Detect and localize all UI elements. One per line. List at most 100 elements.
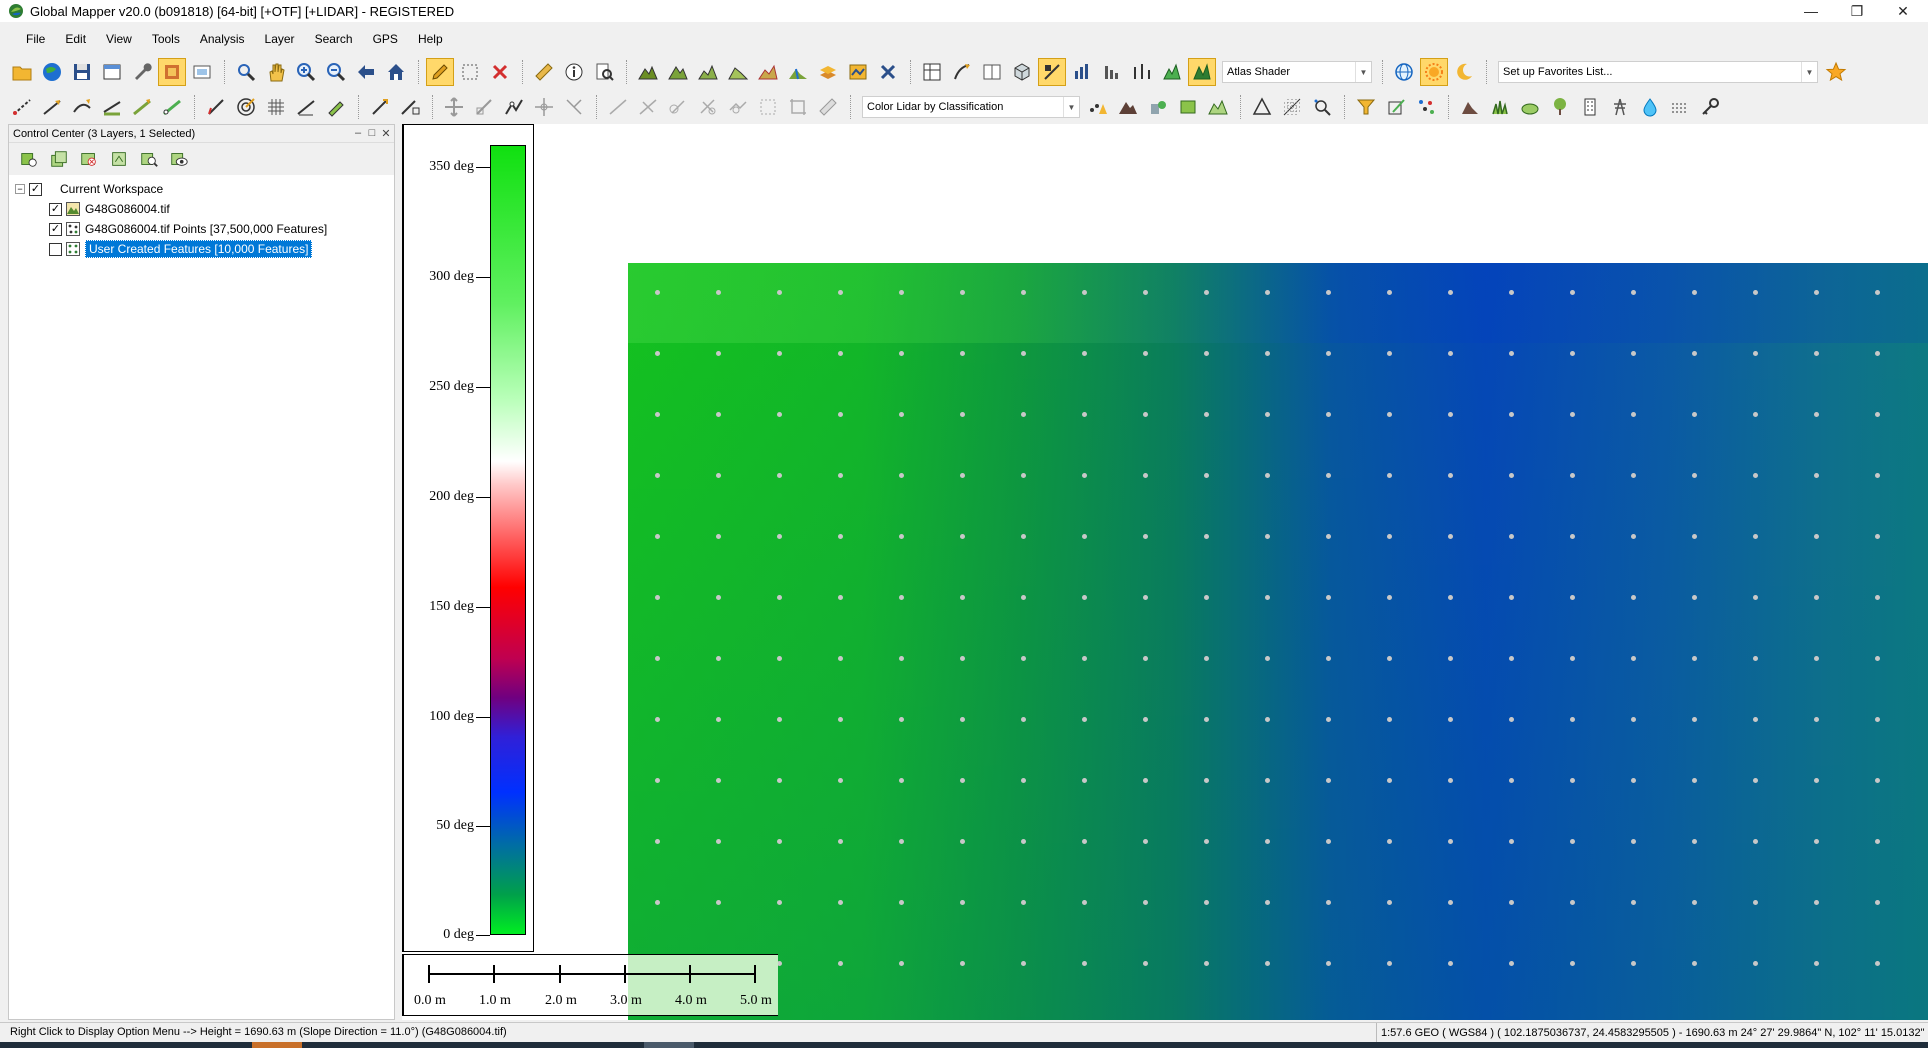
watershed-button[interactable] (784, 58, 812, 86)
layer-checkbox[interactable]: ✓ (49, 222, 62, 236)
rotate-feature-button[interactable] (530, 93, 558, 121)
shader-active-button[interactable] (1188, 58, 1216, 86)
zoom-window-button[interactable] (232, 58, 260, 86)
lidar-buildings-button[interactable] (1144, 93, 1172, 121)
classify-water-button[interactable] (1636, 93, 1664, 121)
lidar-profile-button[interactable] (1204, 93, 1232, 121)
classify-powerlines-button[interactable] (1606, 93, 1634, 121)
elevation-legend-button[interactable] (1098, 58, 1126, 86)
save-button[interactable] (68, 58, 96, 86)
layer-checkbox[interactable]: ✓ (49, 202, 62, 216)
vertical-scale-button[interactable] (1068, 58, 1096, 86)
lidar-filter-button[interactable] (1084, 93, 1112, 121)
scale-feature-button[interactable] (470, 93, 498, 121)
layer-options-button[interactable] (15, 145, 43, 173)
chevron-down-icon[interactable]: ▼ (1355, 62, 1371, 82)
night-shader-button[interactable] (1450, 58, 1478, 86)
measure-distance-button[interactable] (814, 93, 842, 121)
create-elevation-grid-button[interactable] (1128, 58, 1156, 86)
classify-low-veg-button[interactable] (1516, 93, 1544, 121)
restore-button[interactable]: ❐ (1834, 0, 1880, 22)
menu-analysis[interactable]: Analysis (200, 32, 245, 46)
measure-button[interactable] (530, 58, 558, 86)
move-feature-button[interactable] (440, 93, 468, 121)
map-view[interactable]: 350 deg 300 deg 250 deg 200 deg 150 deg … (402, 124, 1928, 1020)
panel-maximize-icon[interactable]: □ (365, 126, 379, 140)
grid-tool-button[interactable] (262, 93, 290, 121)
classify-buildings-button[interactable] (1576, 93, 1604, 121)
search-info-button[interactable] (590, 58, 618, 86)
hillshade-toggle-button[interactable] (1038, 58, 1066, 86)
workspace-checkbox[interactable]: ✓ (29, 182, 42, 196)
menu-layer[interactable]: Layer (265, 32, 295, 46)
cancel-operation-button[interactable] (874, 58, 902, 86)
close-button[interactable]: ✕ (1880, 0, 1926, 22)
daylight-shader-button[interactable] (1420, 58, 1448, 86)
triangulate-button[interactable] (1248, 93, 1276, 121)
elevation-shader-button[interactable] (1158, 58, 1186, 86)
feature-info-button[interactable] (560, 58, 588, 86)
menu-gps[interactable]: GPS (373, 32, 398, 46)
create-polyline-button[interactable] (38, 93, 66, 121)
close-layer-button[interactable] (75, 145, 103, 173)
edit-vertices-button[interactable] (396, 93, 424, 121)
path-profile-button[interactable] (634, 58, 662, 86)
insert-vertex-button[interactable] (500, 93, 528, 121)
pan-button[interactable] (262, 58, 290, 86)
layer-row-selected[interactable]: User Created Features [10,000 Features] (9, 239, 394, 259)
zoom-in-button[interactable] (292, 58, 320, 86)
tree-expander-minus[interactable]: − (15, 184, 25, 194)
buffer-button[interactable] (664, 93, 692, 121)
panel-minimize-icon[interactable]: – (351, 126, 365, 140)
shader-select[interactable]: Atlas Shader ▼ (1222, 61, 1372, 83)
rectangle-select-button[interactable] (754, 93, 782, 121)
map-layout-button[interactable] (188, 58, 216, 86)
workspace-node[interactable]: − ✓ Current Workspace (9, 179, 394, 199)
lidar-grid-button[interactable] (1278, 93, 1306, 121)
lidar-tools-button[interactable] (814, 58, 842, 86)
volume-calc-button[interactable] (724, 58, 752, 86)
control-center-button[interactable] (98, 58, 126, 86)
3d-view-button[interactable] (918, 58, 946, 86)
terrain-analysis-button[interactable] (694, 58, 722, 86)
chevron-down-icon[interactable]: ▼ (1063, 97, 1079, 117)
lidar-search-button[interactable] (1308, 93, 1336, 121)
open-folder-button[interactable] (8, 58, 36, 86)
create-range-ring-button[interactable] (158, 93, 186, 121)
fly-through-button[interactable] (948, 58, 976, 86)
create-contours-button[interactable] (754, 58, 782, 86)
classify-vegetation-button[interactable] (1486, 93, 1514, 121)
raster-calc-button[interactable] (844, 58, 872, 86)
back-button[interactable] (352, 58, 380, 86)
full-view-button[interactable] (382, 58, 410, 86)
classify-trees-button[interactable] (1546, 93, 1574, 121)
overview-map-button[interactable] (158, 58, 186, 86)
minimize-button[interactable]: — (1788, 0, 1834, 22)
draw-polygon-button[interactable] (322, 93, 350, 121)
lasso-select-button[interactable] (784, 93, 812, 121)
join-lines-button[interactable] (604, 93, 632, 121)
panel-splitter[interactable] (395, 124, 402, 1020)
classify-noise-button[interactable] (1666, 93, 1694, 121)
combine-features-button[interactable] (724, 93, 752, 121)
lidar-classify-button[interactable] (1114, 93, 1142, 121)
lidar-class-filter-button[interactable] (1352, 93, 1380, 121)
zoom-out-button[interactable] (322, 58, 350, 86)
lidar-edit-button[interactable] (1382, 93, 1410, 121)
create-curve-button[interactable] (68, 93, 96, 121)
menu-search[interactable]: Search (315, 32, 353, 46)
3d-button[interactable] (1008, 58, 1036, 86)
lidar-color-select[interactable]: Color Lidar by Classification ▼ (862, 96, 1080, 118)
favorites-select[interactable]: Set up Favorites List... ▼ (1498, 61, 1818, 83)
layer-checkbox-unchecked[interactable] (49, 242, 62, 256)
chevron-down-icon[interactable]: ▼ (1801, 62, 1817, 82)
layer-row[interactable]: ✓ G48G086004.tif Points [37,500,000 Feat… (9, 219, 394, 239)
split-feature-button[interactable] (560, 93, 588, 121)
lidar-trees-button[interactable] (1174, 93, 1202, 121)
delete-feature-button[interactable] (486, 58, 514, 86)
menu-tools[interactable]: Tools (152, 32, 180, 46)
select-area-button[interactable] (456, 58, 484, 86)
menu-help[interactable]: Help (418, 32, 443, 46)
classify-ground-button[interactable] (1456, 93, 1484, 121)
create-area-button[interactable] (98, 93, 126, 121)
